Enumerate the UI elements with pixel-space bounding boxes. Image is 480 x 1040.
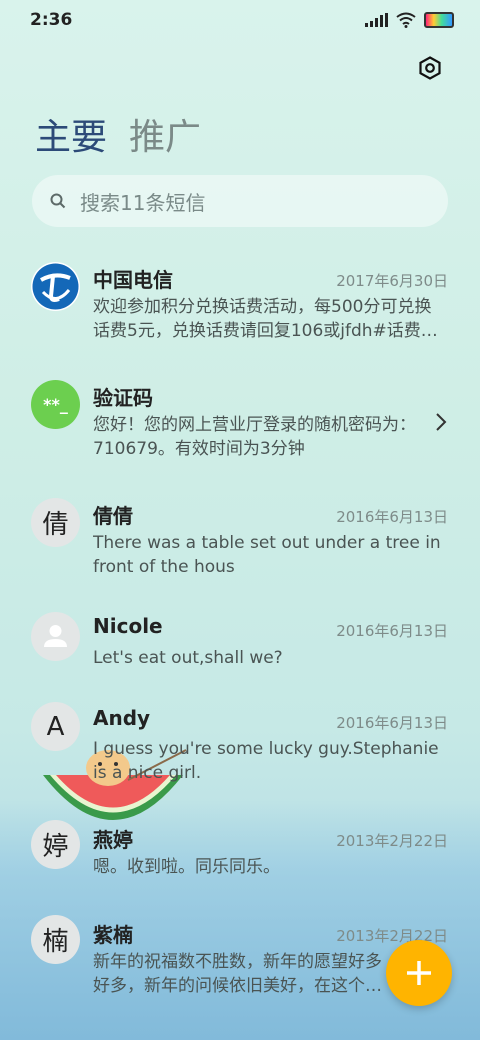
verification-code-icon: **_ <box>31 380 80 429</box>
message-date: 2013年2月22日 <box>336 832 448 850</box>
search-icon <box>50 193 66 209</box>
contact-name: 紫楠 <box>93 923 133 947</box>
search-input[interactable]: 搜索11条短信 <box>80 187 205 216</box>
message-preview: 嗯。收到啦。同乐同乐。 <box>93 857 280 877</box>
contact-name: 倩倩 <box>93 504 133 528</box>
message-date: 2017年6月30日 <box>336 272 448 290</box>
avatar: 倩 <box>31 498 80 547</box>
list-item[interactable]: 倩 倩倩 2016年6月13日 There was a table set ou… <box>0 486 480 596</box>
avatar: 楠 <box>31 915 80 964</box>
message-preview: 欢迎参加积分兑换话费活动，每500分可兑换话费5元，兑换话费请回复106或jfd… <box>93 297 438 341</box>
list-item[interactable]: Nicole 2016年6月13日 Let's eat out,shall we… <box>0 604 480 704</box>
wifi-icon <box>396 12 416 28</box>
contact-name: 验证码 <box>93 386 153 410</box>
tab-main[interactable]: 主要 <box>35 108 107 160</box>
list-item[interactable]: 婷 燕婷 2013年2月22日 嗯。收到啦。同乐同乐。 <box>0 820 480 920</box>
message-preview: I guess you're some lucky guy.Stephanie … <box>93 739 439 783</box>
message-preview: There was a table set out under a tree i… <box>93 533 441 577</box>
message-date: 2016年6月13日 <box>336 714 448 732</box>
search-bar[interactable]: 搜索11条短信 <box>32 175 448 227</box>
battery-icon <box>424 12 454 28</box>
settings-icon[interactable] <box>418 56 442 80</box>
avatar: A <box>31 702 80 751</box>
message-preview: Let's eat out,shall we? <box>93 648 283 668</box>
china-telecom-logo <box>31 262 80 311</box>
message-preview: 新年的祝福数不胜数，新年的愿望好多好多，新年的问候依旧美好，在这个温馨的时刻… <box>93 952 382 996</box>
default-avatar-icon <box>31 612 80 661</box>
new-message-button[interactable] <box>386 940 452 1006</box>
contact-name: Nicole <box>93 614 163 638</box>
tab-promo[interactable]: 推广 <box>129 108 201 160</box>
status-bar: 2:36 <box>0 0 480 40</box>
plus-icon <box>407 961 431 985</box>
list-item[interactable]: **_ 验证码 您好！您的网上营业厅登录的随机密码为：710679。有效时间为3… <box>0 368 480 478</box>
message-date: 2016年6月13日 <box>336 508 448 526</box>
tab-bar: 主要 推广 <box>35 108 201 160</box>
contact-name: 燕婷 <box>93 828 133 852</box>
chevron-right-icon[interactable] <box>435 412 447 432</box>
contact-name: Andy <box>93 706 151 730</box>
system-icons <box>365 12 454 28</box>
message-date: 2016年6月13日 <box>336 622 448 640</box>
message-preview: 您好！您的网上营业厅登录的随机密码为：710679。有效时间为3分钟 <box>93 415 416 459</box>
avatar: 婷 <box>31 820 80 869</box>
status-time: 2:36 <box>30 10 73 30</box>
signal-icon <box>365 13 388 27</box>
contact-name: 中国电信 <box>93 268 173 292</box>
list-item[interactable]: A Andy 2016年6月13日 I guess you're some lu… <box>0 702 480 812</box>
list-item[interactable]: 中国电信 2017年6月30日 欢迎参加积分兑换话费活动，每500分可兑换话费5… <box>0 250 480 360</box>
